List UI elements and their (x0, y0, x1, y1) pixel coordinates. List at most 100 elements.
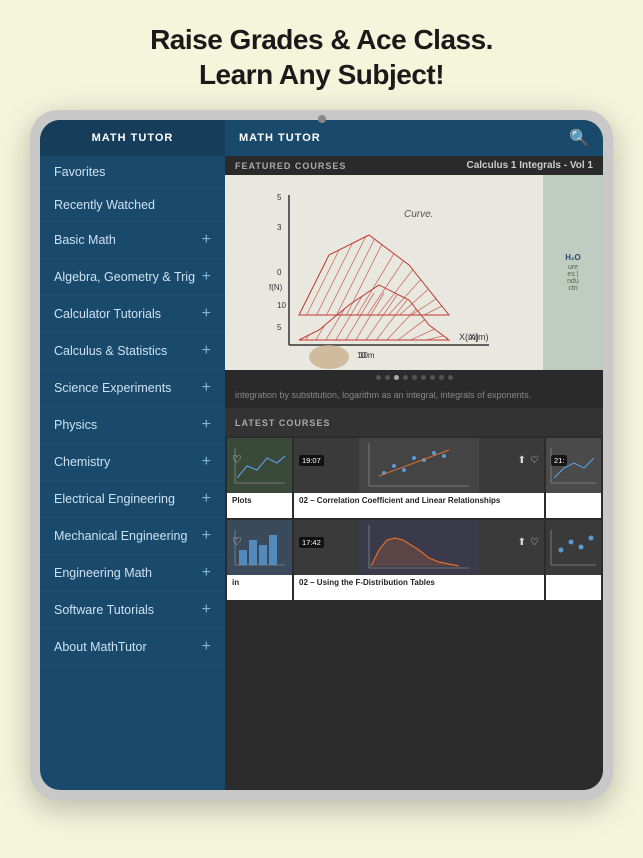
expand-icon: + (202, 379, 211, 397)
dot-6 (421, 375, 426, 380)
latest-header: LATEST COURSES (225, 408, 603, 436)
heart-icon: ♡ (232, 453, 242, 466)
course-card-info (546, 575, 601, 600)
tablet-screen: MATH TUTOR Favorites Recently Watched Ba… (40, 120, 603, 790)
course-card-correlation[interactable]: 19:07 ⬆ ♡ 02 – Correlation Coefficient a… (294, 438, 544, 518)
course-card-info: 02 – Using the F-Distribution Tables (294, 575, 544, 600)
course-card-info: in (227, 575, 292, 600)
course-card-title: Plots (232, 496, 287, 506)
card-footer: ♡ (227, 451, 292, 468)
sidebar-item-label: Mechanical Engineering (54, 529, 187, 543)
card-footer: 17:42 ⬆ ♡ (294, 535, 544, 550)
header-line2: Learn Any Subject! (40, 57, 603, 92)
sidebar-item-label: About MathTutor (54, 640, 147, 654)
sidebar-item-mechanical[interactable]: Mechanical Engineering + (40, 518, 225, 555)
expand-icon: + (202, 342, 211, 360)
whiteboard: X(m) 5 3 0 10m Curve. (225, 175, 543, 370)
card-footer: 19:07 ⬆ ♡ (294, 453, 544, 468)
sidebar-item-calculator[interactable]: Calculator Tutorials + (40, 296, 225, 333)
course-card-info: 02 – Correlation Coefficient and Linear … (294, 493, 544, 518)
time-badge: 19:07 (299, 455, 324, 466)
svg-text:10: 10 (277, 301, 286, 310)
search-button[interactable]: 🔍 (569, 128, 589, 148)
dot-2 (385, 375, 390, 380)
sidebar-title: MATH TUTOR (40, 120, 225, 156)
featured-label-bar: FEATURED COURSES Calculus 1 Integrals - … (225, 156, 603, 175)
expand-icon: + (202, 638, 211, 656)
expand-icon: + (202, 268, 211, 286)
dot-3 (394, 375, 399, 380)
course-card-info: Plots (227, 493, 292, 518)
top-bar: MATH TUTOR 🔍 (225, 120, 603, 156)
heart-icon: ♡ (530, 537, 539, 548)
sidebar-item-label: Engineering Math (54, 566, 152, 580)
dot-7 (430, 375, 435, 380)
latest-label: LATEST COURSES (235, 418, 330, 428)
sidebar-item-algebra[interactable]: Algebra, Geometry & Trig + (40, 259, 225, 296)
share-heart: ⬆ ♡ (518, 537, 539, 548)
svg-text:0: 0 (277, 268, 282, 277)
course-card-fdist[interactable]: 17:42 ⬆ ♡ 02 – Using the F-Distribution … (294, 520, 544, 600)
sidebar: MATH TUTOR Favorites Recently Watched Ba… (40, 120, 225, 790)
card-footer: 21: (546, 453, 601, 468)
sidebar-item-label: Physics (54, 418, 97, 432)
side-panel-chemistry: H₂O ure es | ndu ctri (543, 175, 603, 370)
sidebar-item-recently-watched[interactable]: Recently Watched (40, 189, 225, 222)
course-card-title: 02 – Correlation Coefficient and Linear … (299, 496, 539, 506)
page-indicators (225, 370, 603, 385)
course-card-6[interactable] (546, 520, 601, 600)
header-line1: Raise Grades & Ace Class. (40, 22, 603, 57)
sidebar-item-label: Science Experiments (54, 381, 171, 395)
video-main: X(m) 5 3 0 10m Curve. (225, 175, 543, 370)
video-container[interactable]: X(m) 5 3 0 10m Curve. (225, 175, 603, 370)
expand-icon: + (202, 601, 211, 619)
sidebar-item-science[interactable]: Science Experiments + (40, 370, 225, 407)
dot-4 (403, 375, 408, 380)
course-card-3[interactable]: 21: (546, 438, 601, 518)
expand-icon: + (202, 564, 211, 582)
camera-dot (318, 115, 326, 123)
sidebar-item-label: Chemistry (54, 455, 110, 469)
expand-icon: + (202, 416, 211, 434)
card-footer: ♡ (227, 533, 292, 550)
sidebar-item-favorites[interactable]: Favorites (40, 156, 225, 189)
video-description: integration by substitution, logarithm a… (225, 385, 603, 408)
course-card-in[interactable]: ♡ in (227, 520, 292, 600)
share-icon: ⬆ (518, 537, 526, 548)
expand-icon: + (202, 490, 211, 508)
course-card-plots[interactable]: ♡ Plots (227, 438, 292, 518)
sidebar-item-about[interactable]: About MathTutor + (40, 629, 225, 666)
course-card-info (546, 493, 601, 518)
sidebar-item-eng-math[interactable]: Engineering Math + (40, 555, 225, 592)
svg-text:f(N): f(N) (269, 283, 283, 292)
sidebar-item-software[interactable]: Software Tutorials + (40, 592, 225, 629)
course-row-1: ♡ Plots (227, 438, 601, 518)
expand-icon: + (202, 527, 211, 545)
featured-label-text: FEATURED COURSES (235, 161, 346, 171)
latest-section: LATEST COURSES (225, 408, 603, 790)
course-thumb: ♡ (227, 520, 292, 575)
sidebar-item-chemistry[interactable]: Chemistry + (40, 444, 225, 481)
sidebar-item-label: Calculator Tutorials (54, 307, 161, 321)
svg-text:Curve.: Curve. (404, 209, 433, 220)
dot-9 (448, 375, 453, 380)
course-grid: ♡ Plots (225, 436, 603, 602)
svg-text:X(m): X(m) (459, 332, 479, 342)
course-thumb (546, 520, 601, 575)
expand-icon: + (202, 305, 211, 323)
time-badge: 17:42 (299, 537, 324, 548)
sidebar-item-label: Algebra, Geometry & Trig (54, 270, 195, 284)
course-card-title: 02 – Using the F-Distribution Tables (299, 578, 539, 588)
heart-icon: ♡ (530, 455, 539, 466)
course-thumb: 17:42 ⬆ ♡ (294, 520, 544, 575)
app-header: Raise Grades & Ace Class. Learn Any Subj… (0, 0, 643, 110)
sidebar-item-label: Software Tutorials (54, 603, 154, 617)
dot-5 (412, 375, 417, 380)
course-thumb: ♡ (227, 438, 292, 493)
sidebar-item-electrical[interactable]: Electrical Engineering + (40, 481, 225, 518)
svg-text:3: 3 (277, 223, 282, 232)
sidebar-item-basic-math[interactable]: Basic Math + (40, 222, 225, 259)
sidebar-item-calculus[interactable]: Calculus & Statistics + (40, 333, 225, 370)
sidebar-item-label: Electrical Engineering (54, 492, 175, 506)
sidebar-item-physics[interactable]: Physics + (40, 407, 225, 444)
